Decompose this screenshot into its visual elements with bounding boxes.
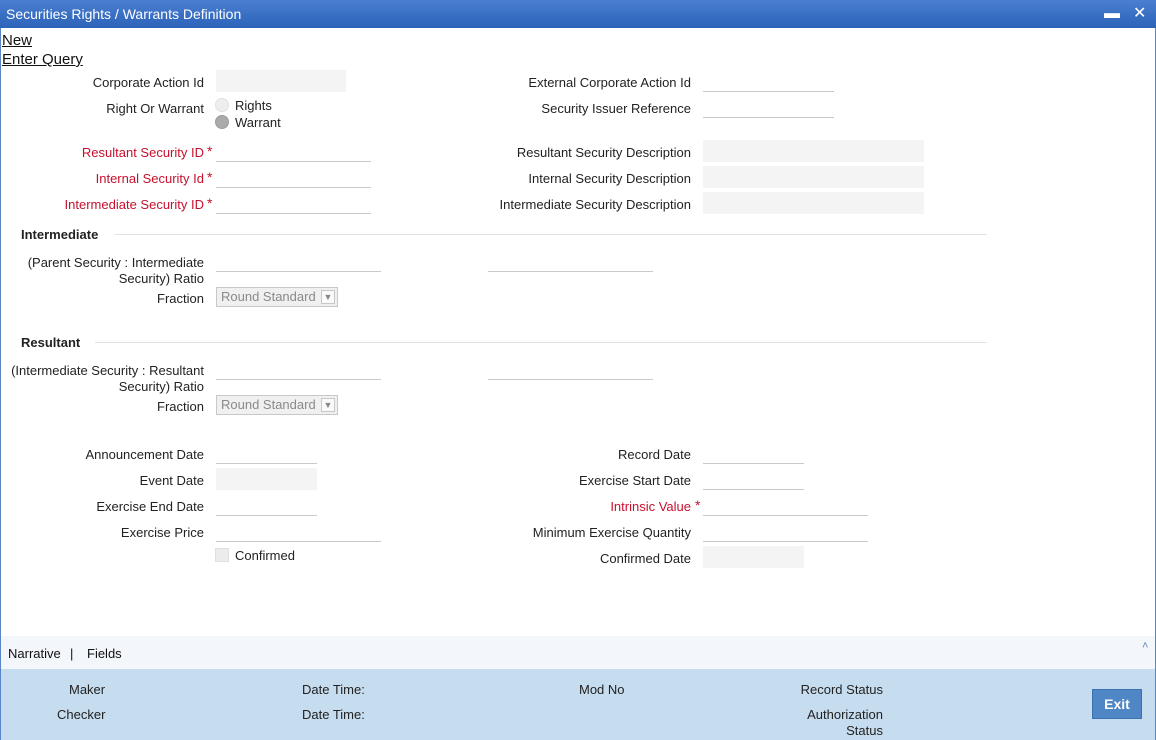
tab-separator: | [70,646,74,661]
internal-security-id-input[interactable] [216,166,371,188]
right-or-warrant-label: Right Or Warrant [106,101,204,116]
record-date-label: Record Date [618,447,691,462]
minimize-icon[interactable]: ▬ [1104,0,1120,28]
announcement-date-label: Announcement Date [85,447,204,462]
parent-intermediate-ratio-label-line2: Security) Ratio [118,271,204,286]
intermediate-fraction-value: Round Standard [221,289,316,304]
exercise-price-label: Exercise Price [120,525,204,540]
intrinsic-value-label: Intrinsic Value [610,499,691,514]
resultant-divider [95,342,987,343]
resultant-fraction-value: Round Standard [221,397,316,412]
record-date-input[interactable] [703,442,804,464]
required-mark: * [207,195,213,211]
maker-date-time-label: Date Time: [302,682,365,697]
minimum-exercise-quantity-input[interactable] [703,520,868,542]
close-icon[interactable]: ✕ [1133,0,1146,28]
event-date-label: Event Date [139,473,204,488]
authorization-status-label-line1: Authorization [807,707,883,722]
intermediate-security-id-label: Intermediate Security ID [64,197,204,212]
intermediate-fraction-label: Fraction [157,291,204,306]
exercise-price-input[interactable] [216,520,381,542]
resultant-heading: Resultant [21,335,81,350]
announcement-date-input[interactable] [216,442,317,464]
mod-no-label: Mod No [579,682,625,697]
required-mark: * [207,143,213,159]
confirmed-date-label: Confirmed Date [599,551,691,566]
intermediate-security-id-input[interactable] [216,192,371,214]
corporate-action-id-label: Corporate Action Id [92,75,204,90]
intrinsic-value-input[interactable] [703,494,868,516]
required-mark: * [695,497,701,513]
tabs-bar [1,636,1155,669]
new-link[interactable]: New [2,32,32,49]
record-status-label: Record Status [800,682,883,697]
window-title: Securities Rights / Warrants Definition [6,6,242,22]
chevron-down-icon[interactable]: ▼ [321,290,335,304]
tab-narrative[interactable]: Narrative [8,646,61,661]
resultant-fraction-label: Fraction [157,399,204,414]
intermediate-security-description-input[interactable] [703,192,924,214]
external-corporate-action-id-input[interactable] [703,70,834,92]
intermediate-heading: Intermediate [21,227,99,242]
internal-security-id-label: Internal Security Id [95,171,204,186]
intermediate-ratio-input[interactable] [488,250,653,272]
required-mark: * [207,169,213,185]
resultant-fraction-select[interactable]: Round Standard ▼ [216,395,338,415]
rights-radio-label: Rights [235,98,272,113]
intermediate-resultant-ratio-label-line1: (Intermediate Security : Resultant [11,363,204,378]
checker-label: Checker [57,707,106,722]
intermediate-resultant-ratio-label-line2: Security) Ratio [118,379,204,394]
corporate-action-id-input[interactable] [216,70,346,92]
resultant-security-description-input[interactable] [703,140,924,162]
enter-query-link[interactable]: Enter Query [2,51,83,68]
title-bar: Securities Rights / Warrants Definition … [0,0,1156,28]
resultant-ratio-input[interactable] [488,358,653,380]
resultant-security-id-input[interactable] [216,140,371,162]
confirmed-label: Confirmed [235,548,295,563]
parent-intermediate-ratio-label-line1: (Parent Security : Intermediate [27,255,204,270]
authorization-status-label-line2: Status [846,723,883,738]
confirmed-checkbox[interactable] [215,548,229,562]
security-issuer-reference-label: Security Issuer Reference [541,101,691,116]
exercise-start-date-label: Exercise Start Date [579,473,691,488]
chevron-down-icon[interactable]: ▼ [321,398,335,412]
tab-fields[interactable]: Fields [87,646,122,661]
intermediate-divider [115,234,987,235]
exercise-start-date-input[interactable] [703,468,804,490]
rights-radio[interactable] [215,98,229,112]
resultant-security-description-label: Resultant Security Description [516,145,691,160]
parent-ratio-input[interactable] [216,250,381,272]
checker-date-time-label: Date Time: [302,707,365,722]
exercise-end-date-input[interactable] [216,494,317,516]
internal-security-description-label: Internal Security Description [528,171,691,186]
security-issuer-reference-input[interactable] [703,96,834,118]
exit-button[interactable]: Exit [1092,689,1142,719]
minimum-exercise-quantity-label: Minimum Exercise Quantity [532,525,691,540]
intermediate-fraction-select[interactable]: Round Standard ▼ [216,287,338,307]
maker-label: Maker [69,682,106,697]
confirmed-date-input[interactable] [703,546,804,568]
resultant-security-id-label: Resultant Security ID [81,145,204,160]
event-date-input[interactable] [216,468,317,490]
audit-footer [1,669,1155,740]
warrant-radio-label: Warrant [235,115,281,130]
exercise-end-date-label: Exercise End Date [96,499,204,514]
external-corporate-action-id-label: External Corporate Action Id [528,75,691,90]
collapse-icon[interactable]: ˄ [1142,640,1148,652]
warrant-radio[interactable] [215,115,229,129]
intermediate-ratio-resultant-input[interactable] [216,358,381,380]
intermediate-security-description-label: Intermediate Security Description [499,197,691,212]
internal-security-description-input[interactable] [703,166,924,188]
